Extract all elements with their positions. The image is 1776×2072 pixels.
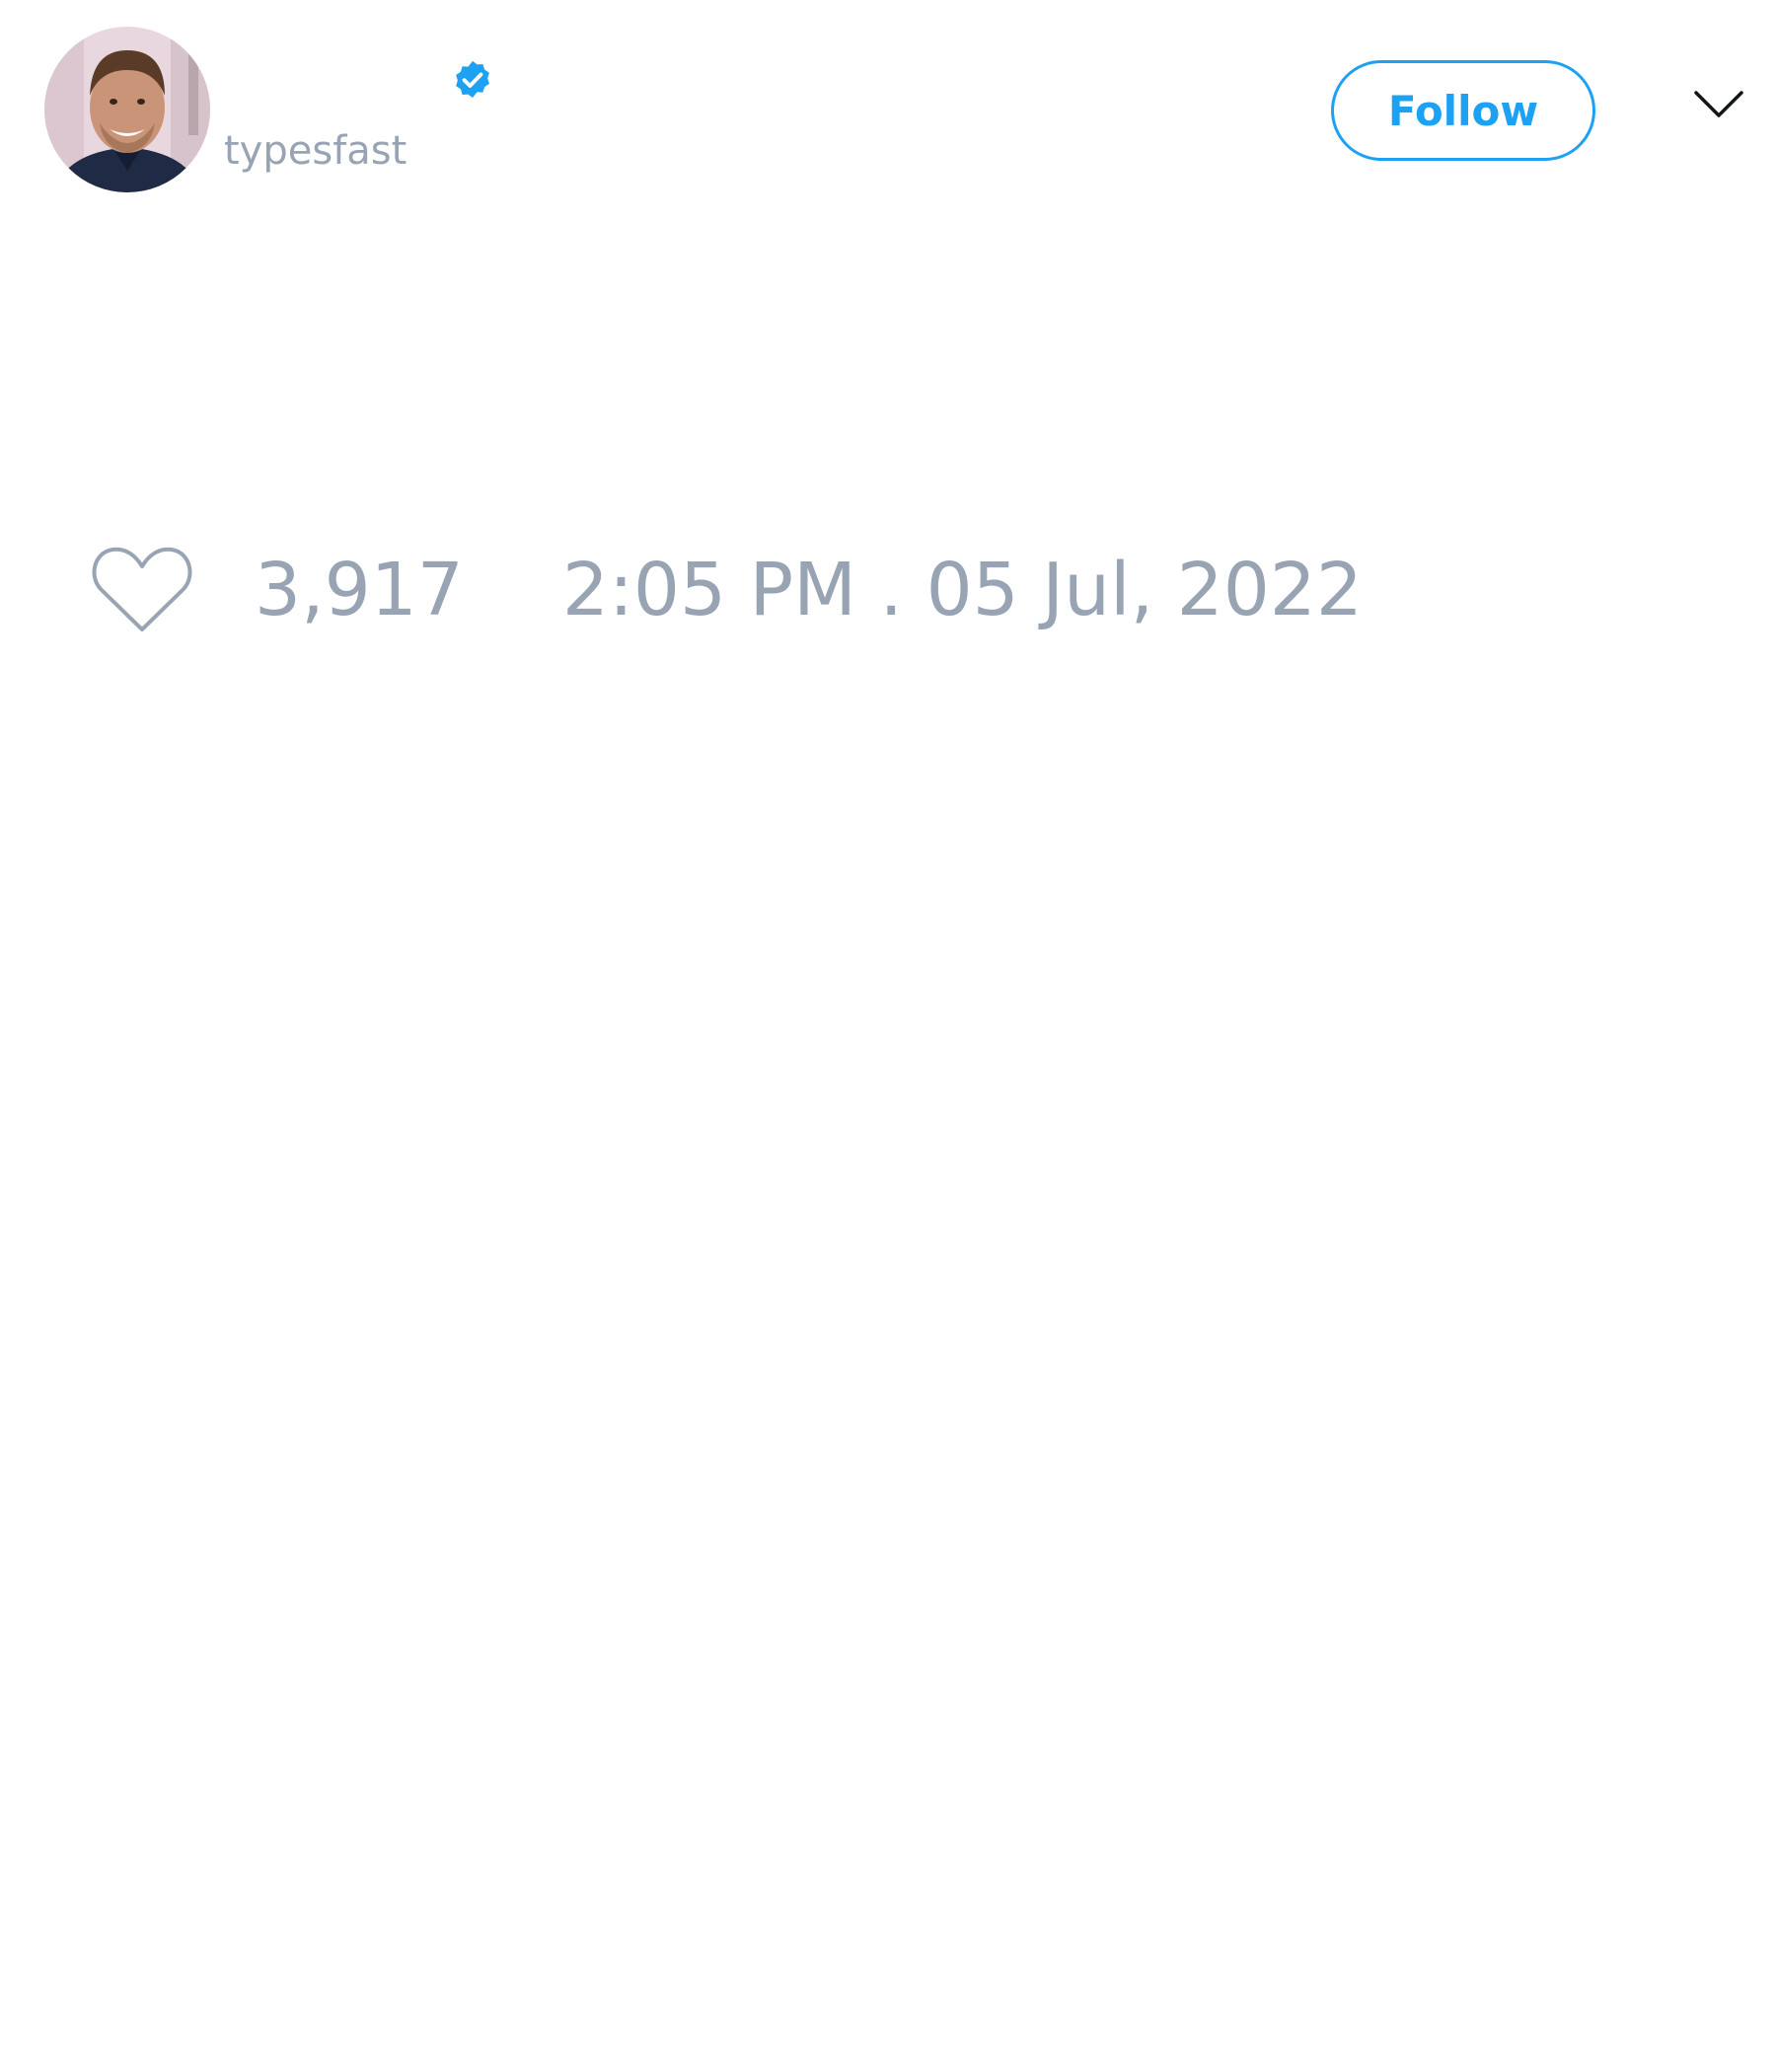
avatar[interactable] (44, 27, 210, 192)
chevron-down-icon[interactable] (1693, 87, 1744, 122)
heart-icon[interactable] (91, 545, 193, 635)
tweet-timestamp[interactable]: 2:05 PM . 05 Jul, 2022 (562, 548, 1363, 632)
verified-badge-icon (456, 60, 489, 99)
tweet-stats: 3,917 2:05 PM . 05 Jul, 2022 (91, 543, 1363, 637)
like-count[interactable]: 3,917 (255, 548, 464, 632)
avatar-image (44, 27, 210, 192)
follow-button[interactable]: Follow (1331, 60, 1595, 161)
author-handle[interactable]: typesfast (224, 126, 407, 176)
